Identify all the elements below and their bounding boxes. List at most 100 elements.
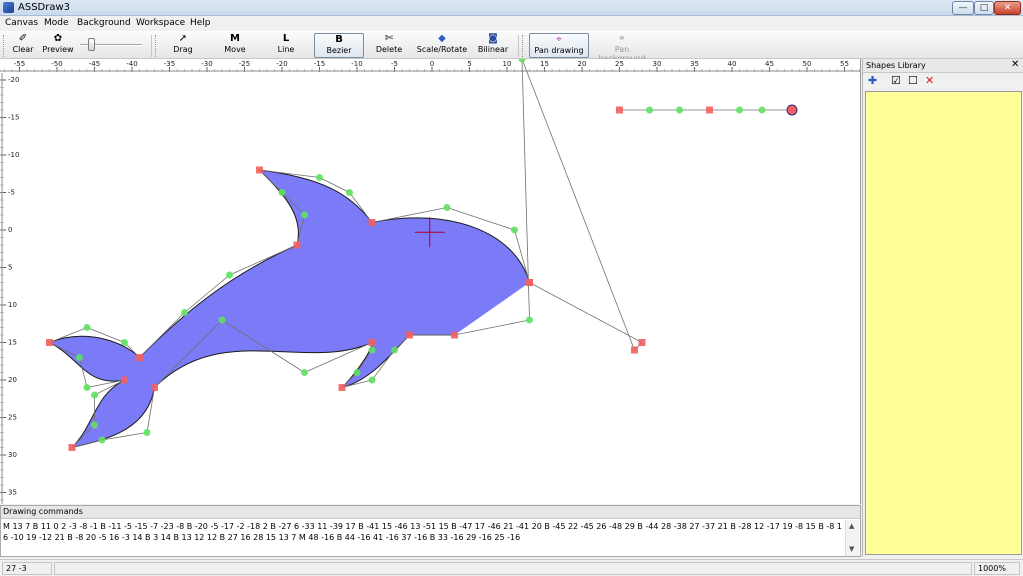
vertex-point[interactable] [368,339,376,346]
vertex-point[interactable] [631,346,638,354]
delete-button[interactable]: ✄ Delete [372,33,406,58]
scroll-up-icon[interactable]: ▲ [849,522,854,530]
dolphin-shape[interactable] [48,169,530,449]
control-point[interactable] [83,324,91,331]
vertex-point[interactable] [406,331,413,339]
vertex-point[interactable] [293,241,301,249]
control-point[interactable] [526,316,533,324]
vertex-point[interactable] [706,106,713,114]
vertex-point[interactable] [256,166,263,174]
vertex-point[interactable] [368,219,376,226]
control-point[interactable] [758,106,766,114]
vertex-point[interactable] [638,339,646,346]
toolbar-grip[interactable] [155,35,158,57]
menu-canvas[interactable]: Canvas [5,18,38,28]
control-point[interactable] [143,429,151,436]
toolbar-separator [518,35,519,57]
vertex-point[interactable] [616,106,623,114]
minimize-button[interactable]: — [952,1,974,15]
pan-drawing-button[interactable]: ⌖ Pan drawing [529,33,589,58]
control-point[interactable] [736,106,743,114]
zoom-slider-thumb[interactable] [88,38,96,51]
shapes-library-close-icon[interactable]: ✕ [1011,59,1019,70]
preview-label: Preview [42,45,74,54]
vertex-point[interactable] [526,279,533,286]
line-button[interactable]: L Line [270,33,302,58]
control-point[interactable] [83,384,91,391]
eraser-icon: ✐ [18,33,28,44]
scroll-down-icon[interactable]: ▼ [849,545,854,553]
control-point[interactable] [368,346,376,354]
handle-line [521,59,635,351]
ruler-y-label: -10 [8,151,19,159]
drawing-canvas[interactable]: -55 -50 -45 -40 -35 -30 -25 -20 -15 -10 -5 0 5 10 15 20… [0,59,861,504]
vertex-point[interactable] [68,444,76,451]
add-shape-icon[interactable]: ✚ [868,75,877,87]
control-point[interactable] [98,436,106,444]
toolbar-grip[interactable] [522,35,525,57]
toolbar-grip[interactable] [3,35,6,57]
control-point[interactable] [91,391,98,399]
bilinear-icon: ◙ [488,33,498,44]
drawing-commands-panel: Drawing commands M 13 7 B 11 0 2 -3 -8 -… [0,505,861,557]
bezier-button[interactable]: B Bezier [314,33,364,58]
vertex-point[interactable] [121,376,128,384]
menu-mode[interactable]: Mode [44,18,69,28]
control-point[interactable] [121,339,128,346]
control-point[interactable] [353,369,361,376]
canvas-svg[interactable]: -55 -50 -45 -40 -35 -30 -25 -20 -15 -10 -5 0 5 10 15 20… [0,59,861,504]
bilinear-button[interactable]: ◙ Bilinear [476,33,510,58]
menu-bar: Canvas Mode Background Workspace Help [0,16,1023,31]
drag-button[interactable]: ➚ Drag [166,33,200,58]
shapes-list[interactable] [865,91,1022,555]
vertex-point[interactable] [151,384,158,391]
control-point[interactable] [301,211,308,219]
clear-button[interactable]: ✐ Clear [8,33,38,58]
drawing-commands-text[interactable]: M 13 7 B 11 0 2 -3 -8 -1 B -11 -5 -15 -7… [3,521,843,555]
vertex-point[interactable] [451,331,458,339]
drawing-commands-title: Drawing commands [3,507,83,516]
control-point[interactable] [518,59,526,63]
menu-background[interactable]: Background [77,18,131,28]
maximize-button[interactable]: □ [974,1,994,15]
ruler-x-label: -15 [314,60,325,68]
control-point[interactable] [278,189,286,196]
control-point[interactable] [511,226,518,234]
control-point[interactable] [391,346,398,354]
vertical-ruler: -20 -15 -10 -5 0 5 10 15 20 25 30 35 [0,73,19,504]
menu-workspace[interactable]: Workspace [136,18,185,28]
delete-shape-icon[interactable]: ✕ [925,75,934,87]
control-point[interactable] [646,106,653,114]
drawing-commands-scrollbar[interactable]: ▲ ▼ [845,520,859,556]
preview-button[interactable]: ✿ Preview [40,33,76,58]
ruler-y-label: 35 [8,489,17,497]
uncheck-all-icon[interactable]: ☐ [908,75,918,87]
ruler-x-label: 20 [578,60,587,68]
ruler-x-label: -20 [276,60,287,68]
control-point[interactable] [316,174,323,181]
vertex-point[interactable] [338,384,346,391]
vertex-point[interactable] [136,354,143,361]
drag-label: Drag [173,45,193,54]
control-point[interactable] [181,309,188,316]
check-all-icon[interactable]: ☑ [891,75,901,87]
vertex-point[interactable] [46,339,53,346]
control-point[interactable] [368,376,376,384]
control-point[interactable] [676,106,683,114]
pan-background-button[interactable]: ⌖ Pan background [591,33,653,63]
control-point[interactable] [91,421,98,429]
delete-label: Delete [375,45,403,54]
move-button[interactable]: M Move [218,33,252,58]
control-point[interactable] [301,369,308,376]
control-point[interactable] [346,189,353,196]
ruler-x-label: -35 [164,60,175,68]
control-point[interactable] [76,354,83,361]
control-point[interactable] [218,316,226,324]
selected-start-point[interactable] [786,104,798,116]
scale-rotate-button[interactable]: ◆ Scale/Rotate [416,33,468,58]
control-point[interactable] [443,204,451,211]
ruler-x-label: 0 [430,60,434,68]
close-button[interactable]: ✕ [994,1,1021,15]
control-point[interactable] [226,271,233,279]
menu-help[interactable]: Help [190,18,211,28]
